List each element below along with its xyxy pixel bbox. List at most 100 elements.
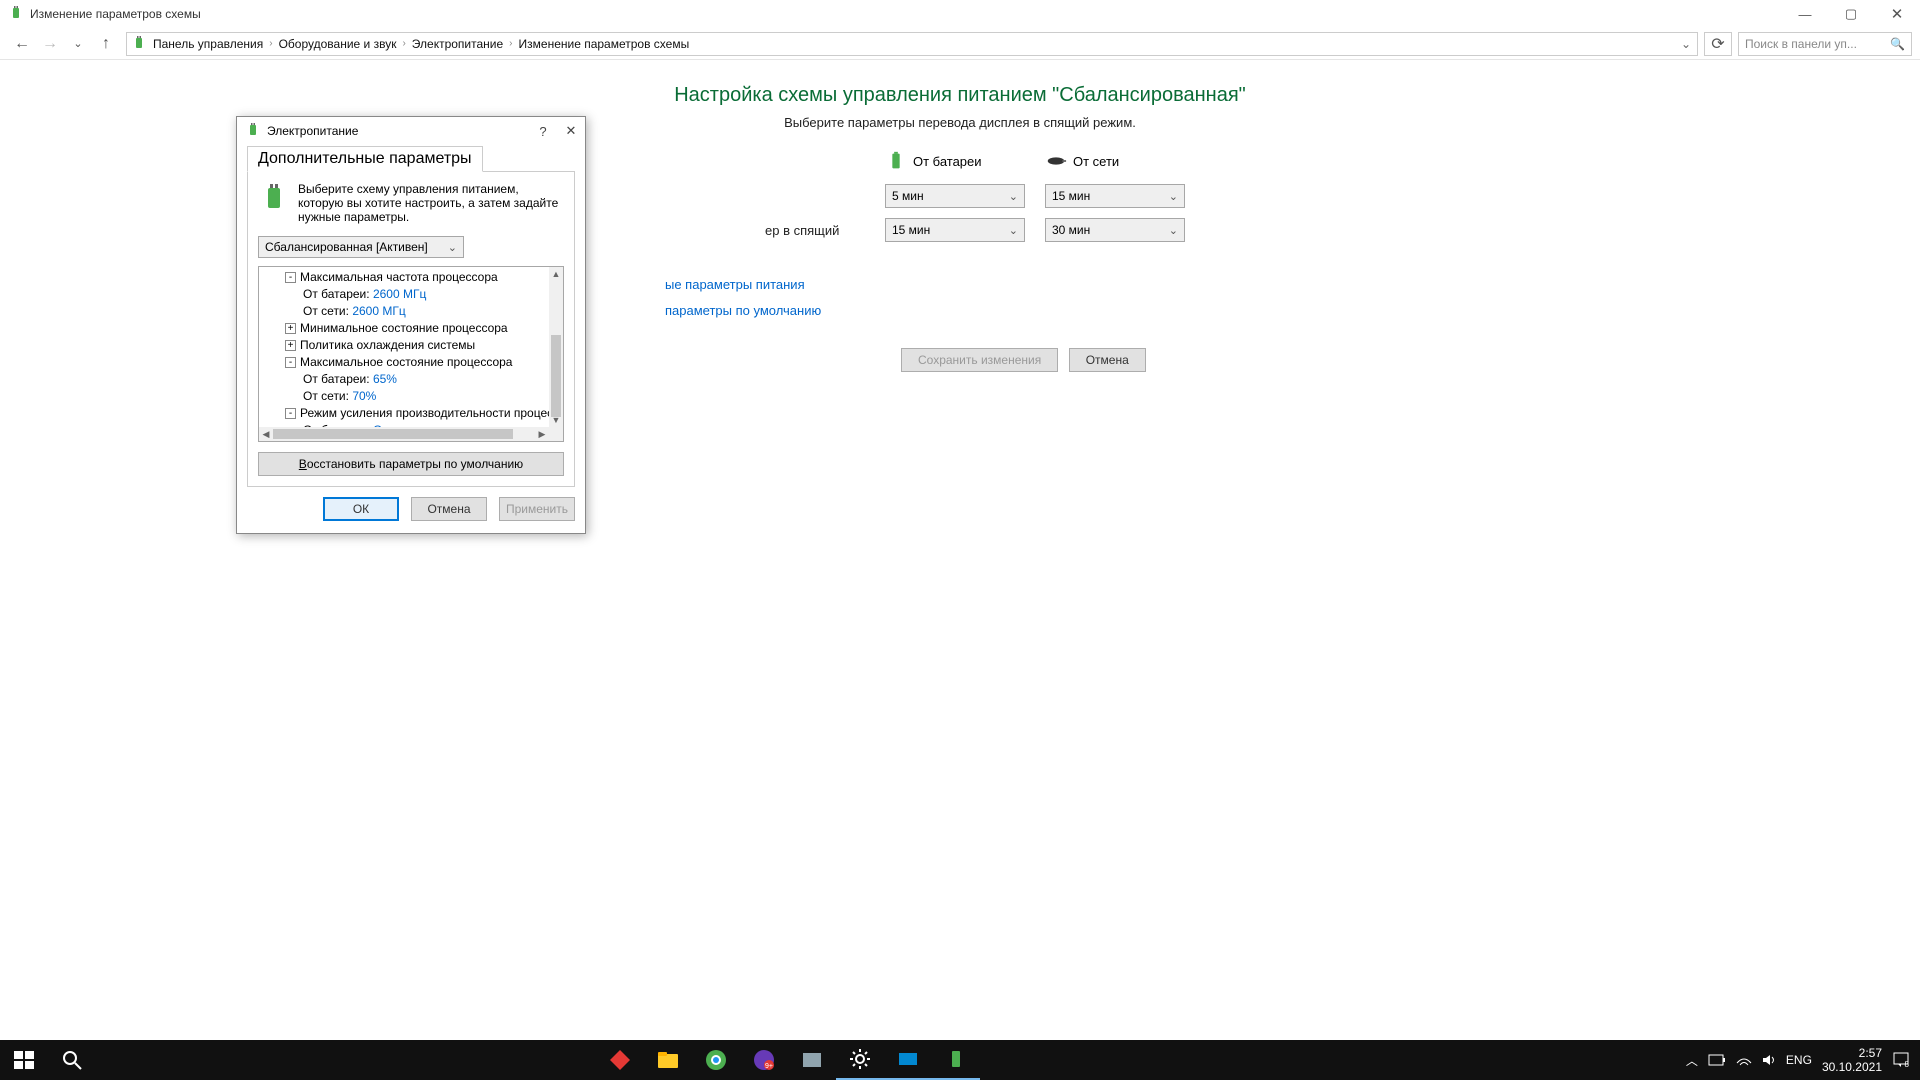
minimize-button[interactable]: — <box>1782 0 1828 28</box>
language-indicator[interactable]: ENG <box>1786 1053 1812 1067</box>
address-bar[interactable]: Панель управления› Оборудование и звук› … <box>126 32 1698 56</box>
chevron-down-icon: ⌄ <box>1009 224 1018 237</box>
search-placeholder: Поиск в панели уп... <box>1745 37 1857 51</box>
tab-advanced[interactable]: Дополнительные параметры <box>247 146 483 172</box>
maximize-button[interactable]: ▢ <box>1828 0 1874 28</box>
display-off-ac-select[interactable]: 15 мин⌄ <box>1045 184 1185 208</box>
navigation-bar: ← → ⌄ ↑ Панель управления › Оборудование … <box>0 28 1920 60</box>
link-advanced-settings[interactable]: ые параметры питания <box>665 272 1315 298</box>
taskbar: 9+ ︿ ENG 2:57 30.10.2021 8 <box>0 1040 1920 1080</box>
close-button[interactable]: ✕ <box>1874 0 1920 28</box>
help-button[interactable]: ? <box>529 117 557 145</box>
wifi-icon[interactable] <box>1736 1053 1752 1067</box>
dialog-intro: Выберите схему управления питанием, кото… <box>298 182 564 224</box>
tree-node[interactable]: -Режим усиления производительности проце… <box>267 405 549 422</box>
power-scheme-select[interactable]: Сбалансированная [Активен]⌄ <box>258 236 464 258</box>
battery-icon <box>885 150 907 172</box>
apply-button[interactable]: Применить <box>499 497 575 521</box>
power-options-icon <box>131 36 147 52</box>
save-button[interactable]: Сохранить изменения <box>901 348 1058 372</box>
scroll-thumb[interactable] <box>273 429 513 439</box>
tree-leaf[interactable]: От сети: 70% <box>267 388 549 405</box>
forward-button[interactable]: → <box>36 30 64 58</box>
sleep-ac-select[interactable]: 30 мин⌄ <box>1045 218 1185 242</box>
display-off-battery-select[interactable]: 5 мин⌄ <box>885 184 1025 208</box>
taskbar-app[interactable]: 9+ <box>740 1040 788 1080</box>
tree-value[interactable]: 70% <box>352 389 376 403</box>
column-battery: От батареи <box>885 150 1045 172</box>
chevron-down-icon: ⌄ <box>1009 190 1018 203</box>
link-restore-defaults[interactable]: параметры по умолчанию <box>665 298 1315 324</box>
gear-icon <box>848 1047 872 1071</box>
ok-button[interactable]: ОК <box>323 497 399 521</box>
scroll-up-arrow[interactable]: ▲ <box>549 267 563 281</box>
tree-leaf[interactable]: От батареи: 2600 МГц <box>267 286 549 303</box>
breadcrumb-item[interactable]: Изменение параметров схемы <box>519 37 690 51</box>
tray-overflow[interactable]: ︿ <box>1686 1052 1698 1069</box>
volume-icon[interactable] <box>1762 1053 1776 1067</box>
refresh-button[interactable]: ⟳ <box>1704 32 1732 56</box>
page-title: Настройка схемы управления питанием "Сба… <box>0 84 1920 107</box>
recent-dropdown[interactable]: ⌄ <box>64 30 92 58</box>
chevron-right-icon: › <box>402 38 405 49</box>
taskbar-power-options[interactable] <box>932 1040 980 1080</box>
breadcrumb-item[interactable]: Оборудование и звук <box>279 37 397 51</box>
system-tray: ︿ ENG 2:57 30.10.2021 8 <box>1686 1046 1920 1074</box>
chevron-down-icon: ⌄ <box>1169 190 1178 203</box>
cancel-button[interactable]: Отмена <box>1069 348 1146 372</box>
breadcrumb-item[interactable]: Панель управления <box>153 37 263 51</box>
restore-defaults-button[interactable]: Восстановить параметры по умолчанию <box>258 452 564 476</box>
taskbar-explorer[interactable] <box>644 1040 692 1080</box>
tree-toggle[interactable]: - <box>285 408 296 419</box>
chevron-down-icon[interactable]: ⌄ <box>1681 37 1691 51</box>
titlebar: Изменение параметров схемы — ▢ ✕ <box>0 0 1920 28</box>
tree-node[interactable]: +Минимальное состояние процессора <box>267 320 549 337</box>
power-options-icon <box>8 6 24 22</box>
taskbar-chrome[interactable] <box>692 1040 740 1080</box>
tree-value[interactable]: 2600 МГц <box>373 287 426 301</box>
column-ac: От сети <box>1045 150 1205 172</box>
breadcrumb-item[interactable]: Электропитание <box>412 37 503 51</box>
windows-icon <box>12 1048 36 1072</box>
clock[interactable]: 2:57 30.10.2021 <box>1822 1046 1882 1074</box>
window-title: Изменение параметров схемы <box>30 7 201 21</box>
dialog-title: Электропитание <box>267 124 358 138</box>
battery-tray-icon[interactable] <box>1708 1053 1726 1067</box>
taskbar-app[interactable] <box>788 1040 836 1080</box>
row-label-sleep: ер в спящий <box>765 223 885 238</box>
tree-leaf[interactable]: От батареи: 65% <box>267 371 549 388</box>
taskbar-settings[interactable] <box>836 1040 884 1080</box>
tree-value[interactable]: 2600 МГц <box>352 304 405 318</box>
vertical-scrollbar[interactable]: ▲ ▼ <box>549 267 563 427</box>
tree-toggle[interactable]: - <box>285 357 296 368</box>
tree-toggle[interactable]: + <box>285 340 296 351</box>
search-input[interactable]: Поиск в панели уп... 🔍 <box>1738 32 1912 56</box>
scroll-down-arrow[interactable]: ▼ <box>549 413 563 427</box>
tree-toggle[interactable]: + <box>285 323 296 334</box>
tree-value[interactable]: 65% <box>373 372 397 386</box>
up-button[interactable]: ↑ <box>92 30 120 58</box>
start-button[interactable] <box>0 1040 48 1080</box>
chevron-down-icon: ⌄ <box>1169 224 1178 237</box>
scroll-thumb[interactable] <box>551 335 561 417</box>
notifications-button[interactable]: 8 <box>1892 1051 1910 1069</box>
scroll-right-arrow[interactable]: ▶ <box>535 427 549 441</box>
tree-leaf[interactable]: От сети: 2600 МГц <box>267 303 549 320</box>
taskbar-app[interactable] <box>596 1040 644 1080</box>
tree-node[interactable]: -Максимальная частота процессора <box>267 269 549 286</box>
plug-icon <box>1045 150 1067 172</box>
power-plan-icon <box>258 182 290 214</box>
back-button[interactable]: ← <box>8 30 36 58</box>
horizontal-scrollbar[interactable]: ◀ ▶ <box>259 427 549 441</box>
scroll-left-arrow[interactable]: ◀ <box>259 427 273 441</box>
search-icon: 🔍 <box>1890 37 1905 51</box>
tree-toggle[interactable]: - <box>285 272 296 283</box>
tree-node[interactable]: -Максимальное состояние процессора <box>267 354 549 371</box>
tree-node[interactable]: +Политика охлаждения системы <box>267 337 549 354</box>
cancel-button[interactable]: Отмена <box>411 497 487 521</box>
sleep-battery-select[interactable]: 15 мин⌄ <box>885 218 1025 242</box>
search-button[interactable] <box>48 1040 96 1080</box>
taskbar-app[interactable] <box>884 1040 932 1080</box>
chevron-right-icon: › <box>269 38 272 49</box>
dialog-close-button[interactable]: ✕ <box>557 117 585 145</box>
